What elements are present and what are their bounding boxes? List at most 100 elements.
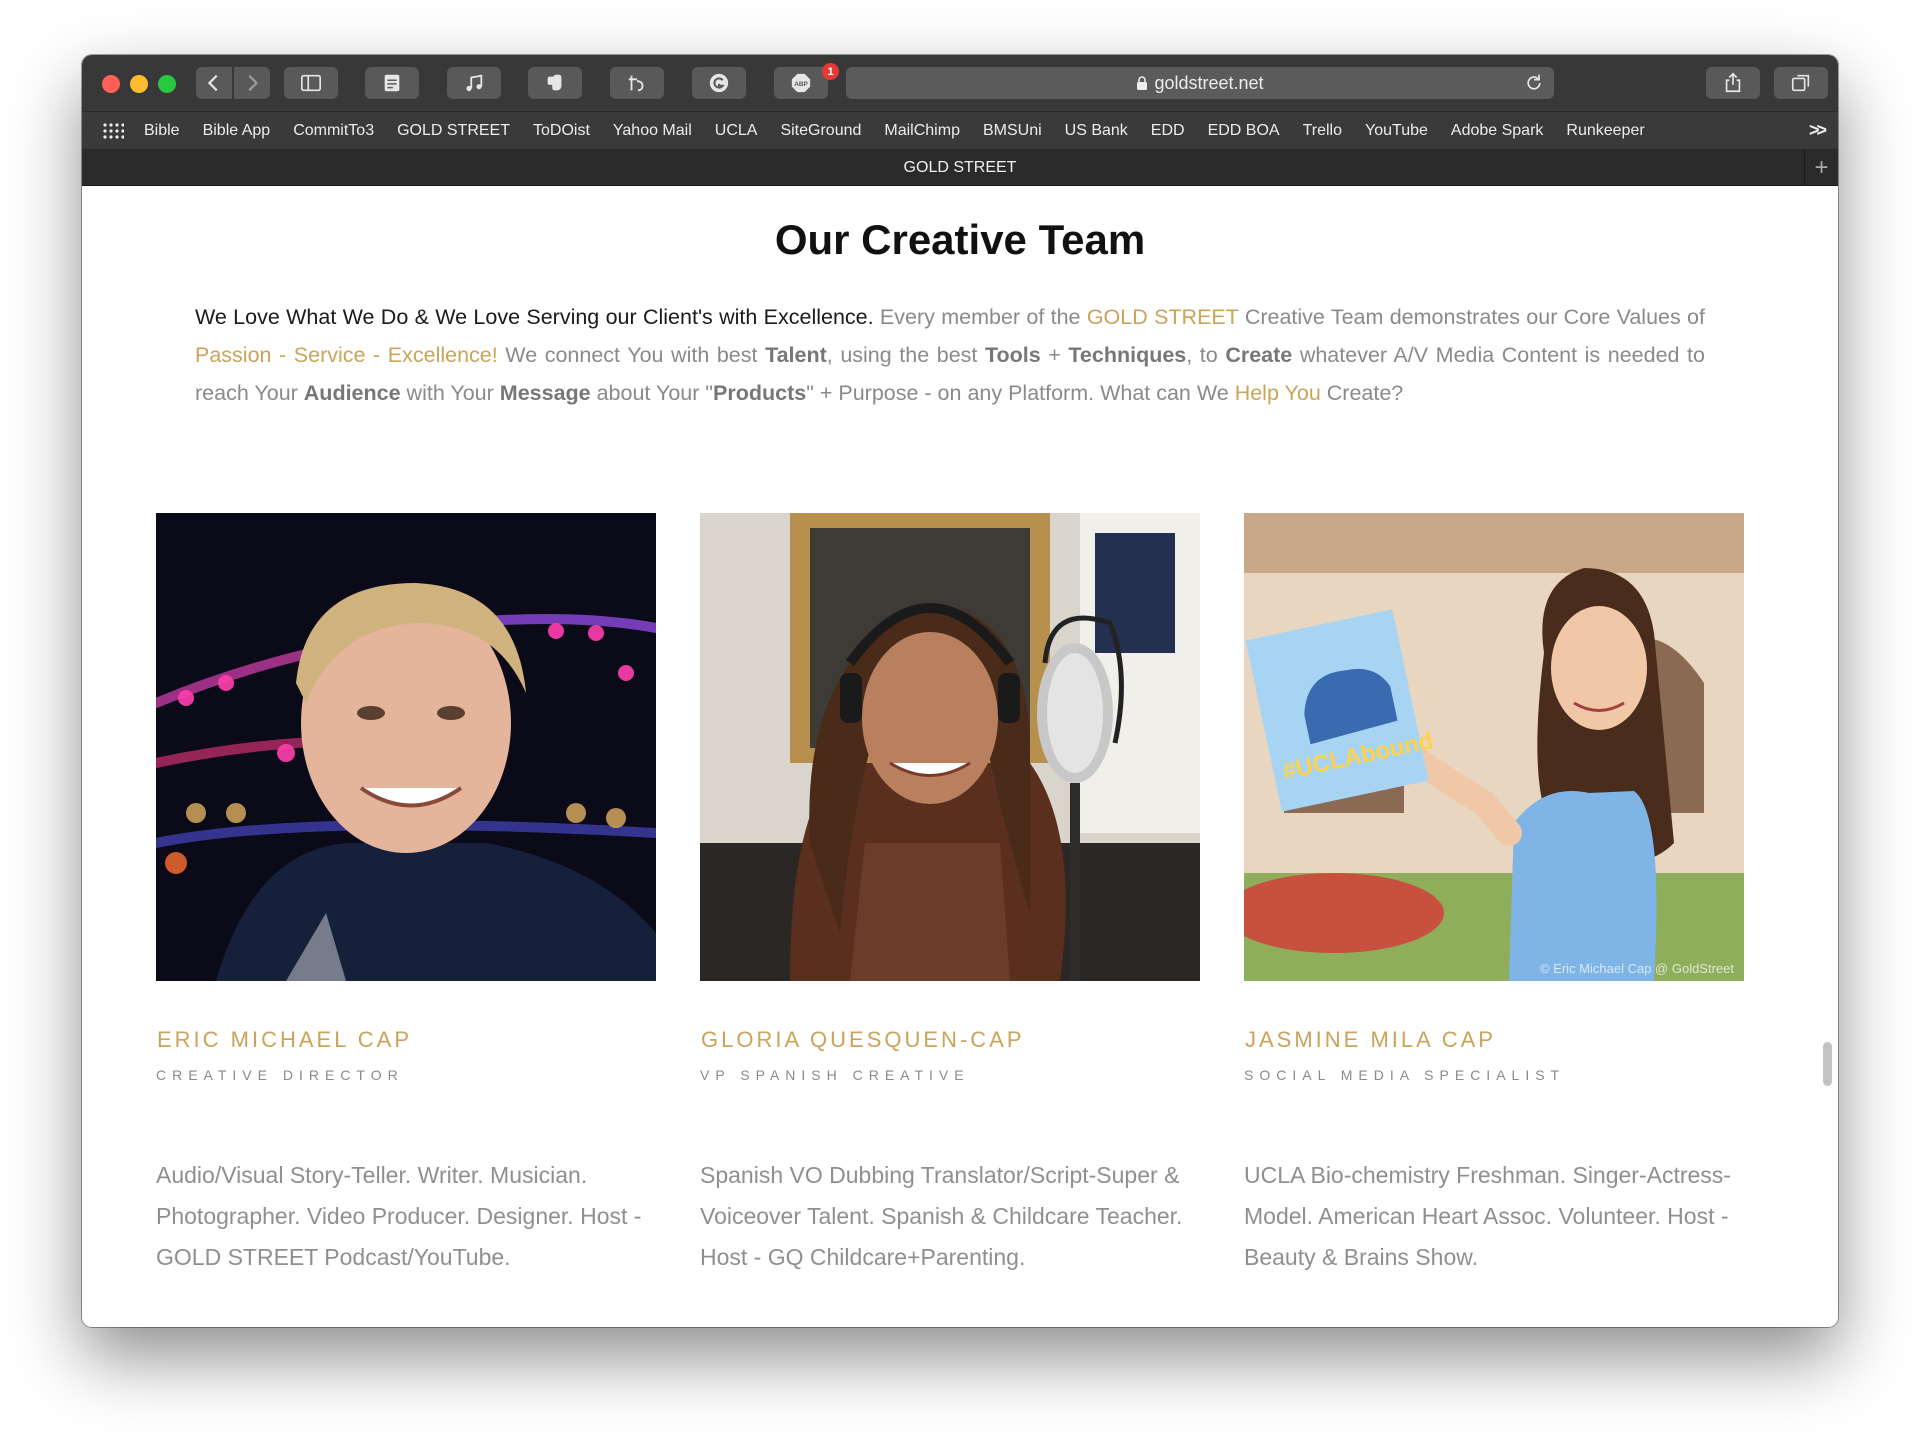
bookmark-bible[interactable]: Bible bbox=[144, 122, 180, 140]
bookmark-yahoo-mail[interactable]: Yahoo Mail bbox=[613, 122, 692, 140]
intro-text: , using the best bbox=[826, 343, 985, 367]
vertical-scrollbar[interactable] bbox=[1823, 1042, 1832, 1086]
member-bio: Audio/Visual Story-Teller. Writer. Music… bbox=[156, 1162, 642, 1270]
close-window-button[interactable] bbox=[102, 75, 120, 93]
music-icon bbox=[466, 74, 483, 92]
intro-gold-street: GOLD STREET bbox=[1086, 305, 1239, 329]
bookmark-trello[interactable]: Trello bbox=[1303, 122, 1342, 140]
evernote-extension-button[interactable] bbox=[528, 67, 582, 99]
bookmark-us-bank[interactable]: US Bank bbox=[1065, 122, 1128, 140]
forward-button[interactable] bbox=[234, 67, 270, 99]
page-content: Our Creative Team We Love What We Do & W… bbox=[82, 186, 1838, 1327]
notes-extension-button[interactable] bbox=[365, 67, 419, 99]
intro-core-values: Passion - Service - Excellence! bbox=[195, 343, 498, 367]
svg-text:ABP: ABP bbox=[794, 81, 808, 88]
team-photo-gloria bbox=[700, 513, 1200, 981]
bookmark-mailchimp[interactable]: MailChimp bbox=[884, 122, 960, 140]
intro-talent: Talent bbox=[765, 343, 827, 367]
grammarly-icon bbox=[709, 73, 729, 93]
team-photo-jasmine: #UCLAbound © Eric Michael Cap @ GoldStre… bbox=[1244, 513, 1744, 981]
member-role: CREATIVE DIRECTOR bbox=[156, 1067, 404, 1083]
team-photo-eric bbox=[156, 513, 656, 981]
intro-text: Every member of the bbox=[873, 305, 1087, 329]
intro-tools: Tools bbox=[984, 343, 1041, 367]
team-card: GLORIA QUESQUEN-CAP VP SPANISH CREATIVE … bbox=[700, 513, 1200, 1278]
bookmarks-bar: Bible Bible App CommitTo3 GOLD STREET To… bbox=[82, 112, 1838, 150]
portrait-image: #UCLAbound © Eric Michael Cap @ GoldStre… bbox=[1244, 513, 1744, 981]
bookmark-todoist[interactable]: ToDOist bbox=[533, 122, 590, 140]
intro-text: with Your bbox=[400, 381, 500, 405]
portrait-image bbox=[156, 513, 656, 981]
address-bar[interactable]: goldstreet.net bbox=[846, 67, 1554, 99]
photo-credit: © Eric Michael Cap @ GoldStreet bbox=[1540, 961, 1734, 976]
intro-products: Products bbox=[713, 381, 807, 405]
member-name: JASMINE MILA CAP bbox=[1245, 1027, 1496, 1052]
member-bio: Spanish VO Dubbing Translator/Script-Sup… bbox=[700, 1162, 1183, 1270]
bookmark-adobe-spark[interactable]: Adobe Spark bbox=[1451, 122, 1544, 140]
bookmark-siteground[interactable]: SiteGround bbox=[780, 122, 861, 140]
music-extension-button[interactable] bbox=[447, 67, 501, 99]
page-title: Our Creative Team bbox=[774, 216, 1146, 263]
intro-audience: Audience bbox=[303, 381, 401, 405]
intro-text: Creative Team demonstrates our Core Valu… bbox=[1238, 305, 1705, 329]
browser-window: ABP 1 goldstreet.net Bible Bible App Com… bbox=[82, 55, 1838, 1327]
portrait-image bbox=[700, 513, 1200, 981]
sidebar-icon bbox=[301, 74, 321, 92]
bookmark-runkeeper[interactable]: Runkeeper bbox=[1566, 122, 1644, 140]
notes-icon bbox=[384, 74, 400, 92]
intro-text: We connect You with best bbox=[497, 343, 766, 367]
adblock-count-badge: 1 bbox=[822, 63, 839, 80]
team-card: #UCLAbound © Eric Michael Cap @ GoldStre… bbox=[1244, 513, 1744, 1278]
bookmark-gold-street[interactable]: GOLD STREET bbox=[397, 122, 510, 140]
active-tab[interactable]: GOLD STREET bbox=[904, 159, 1017, 177]
adblock-icon: ABP bbox=[791, 73, 811, 93]
intro-techniques: Techniques bbox=[1068, 343, 1187, 367]
hiragana-icon bbox=[628, 75, 644, 92]
bookmark-bmsuni[interactable]: BMSUni bbox=[983, 122, 1042, 140]
member-role: SOCIAL MEDIA SPECIALIST bbox=[1244, 1067, 1566, 1083]
minimize-window-button[interactable] bbox=[130, 75, 148, 93]
bookmark-bible-app[interactable]: Bible App bbox=[203, 122, 271, 140]
bookmark-committo3[interactable]: CommitTo3 bbox=[293, 122, 374, 140]
new-tab-button[interactable]: + bbox=[1804, 150, 1838, 186]
intro-text: Create? bbox=[1320, 381, 1404, 405]
url-text: goldstreet.net bbox=[1154, 72, 1264, 93]
bookmark-youtube[interactable]: YouTube bbox=[1365, 122, 1428, 140]
intro-message: Message bbox=[499, 381, 591, 405]
member-name: ERIC MICHAEL CAP bbox=[157, 1027, 413, 1052]
tab-bar: GOLD STREET + bbox=[82, 150, 1838, 186]
team-card: ERIC MICHAEL CAP CREATIVE DIRECTOR Audio… bbox=[156, 513, 656, 1278]
bookmark-ucla[interactable]: UCLA bbox=[715, 122, 758, 140]
reload-icon[interactable] bbox=[1524, 73, 1544, 93]
member-name: GLORIA QUESQUEN-CAP bbox=[701, 1027, 1025, 1052]
apps-grid-icon[interactable] bbox=[102, 122, 124, 140]
bookmark-edd-boa[interactable]: EDD BOA bbox=[1208, 122, 1280, 140]
intro-text: , to bbox=[1186, 343, 1226, 367]
share-button[interactable] bbox=[1706, 67, 1760, 99]
intro-text: about Your " bbox=[590, 381, 714, 405]
member-role: VP SPANISH CREATIVE bbox=[700, 1067, 970, 1083]
browser-toolbar: ABP 1 goldstreet.net bbox=[82, 55, 1838, 112]
share-icon bbox=[1725, 72, 1741, 93]
bookmark-edd[interactable]: EDD bbox=[1151, 122, 1185, 140]
intro-text: + bbox=[1040, 343, 1069, 367]
grammarly-extension-button[interactable] bbox=[692, 67, 746, 99]
chevron-right-icon bbox=[248, 74, 259, 92]
intro-text: " + Purpose - on any Platform. What can … bbox=[806, 381, 1235, 405]
more-bookmarks-button[interactable]: >> bbox=[1809, 120, 1827, 141]
intro-lead: We Love What We Do & We Love Serving our… bbox=[195, 305, 874, 329]
tab-overview-button[interactable] bbox=[1774, 67, 1828, 99]
tabs-icon bbox=[1791, 74, 1810, 92]
chevron-left-icon bbox=[207, 74, 218, 92]
back-button[interactable] bbox=[196, 67, 232, 99]
intro-help-you-link[interactable]: Help You bbox=[1235, 381, 1321, 405]
evernote-icon bbox=[547, 74, 562, 91]
sidebar-toggle-button[interactable] bbox=[284, 67, 338, 99]
intro-create: Create bbox=[1225, 343, 1293, 367]
kanji-extension-button[interactable] bbox=[610, 67, 664, 99]
adblock-extension-button[interactable]: ABP bbox=[774, 67, 828, 99]
lock-icon bbox=[1137, 76, 1148, 90]
intro-paragraph: We Love What We Do & We Love Serving our… bbox=[195, 298, 1705, 412]
zoom-window-button[interactable] bbox=[158, 75, 176, 93]
member-bio: UCLA Bio-chemistry Freshman. Singer-Actr… bbox=[1244, 1162, 1731, 1270]
